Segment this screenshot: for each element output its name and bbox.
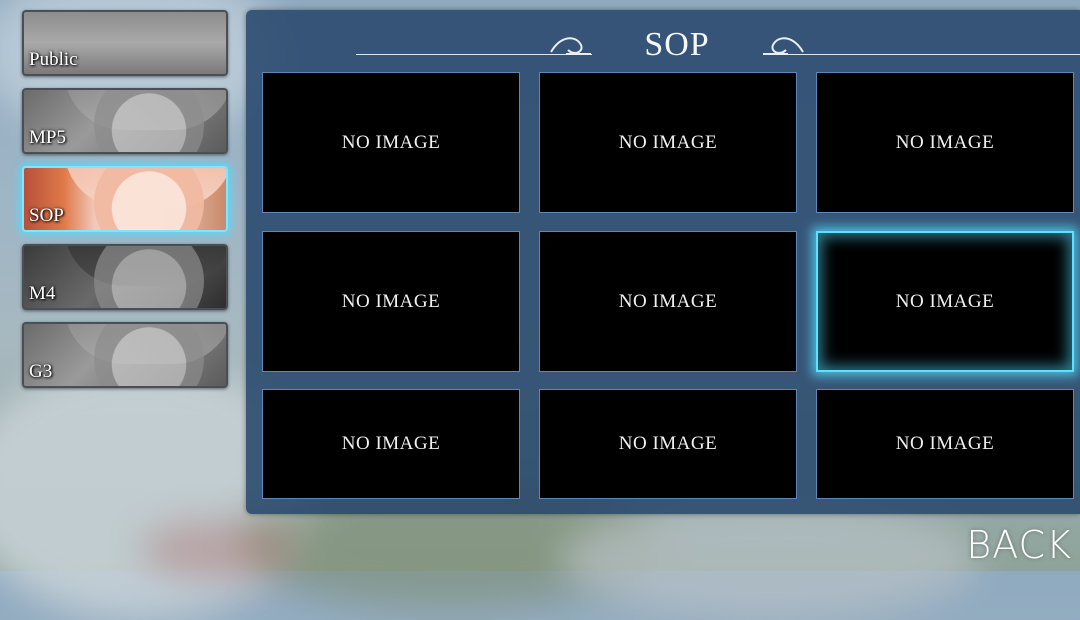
sidebar-item-mp5[interactable]: MP5	[22, 88, 228, 154]
gallery-panel: SOP NO IMAGE NO IMAGE NO IMAGE NO IMAGE …	[246, 10, 1080, 514]
sidebar-item-sop[interactable]: SOP	[22, 166, 228, 232]
sidebar-item-label: SOP	[29, 205, 64, 226]
flourish-right-icon	[763, 37, 804, 55]
page-title: SOP	[644, 26, 710, 63]
sidebar-item-label: G3	[29, 361, 53, 382]
gallery-slot[interactable]: NO IMAGE	[262, 231, 520, 372]
gallery-slot[interactable]: NO IMAGE	[262, 389, 520, 499]
gallery-slot[interactable]: NO IMAGE	[816, 389, 1074, 499]
sidebar-item-m4[interactable]: M4	[22, 244, 228, 310]
gallery-slot[interactable]: NO IMAGE	[539, 389, 797, 499]
sidebar-item-public[interactable]: Public	[22, 10, 228, 76]
gallery-slot[interactable]: NO IMAGE	[539, 231, 797, 372]
background-blur	[560, 500, 980, 620]
gallery-slot[interactable]: NO IMAGE	[816, 72, 1074, 213]
gallery-slot-selected[interactable]: NO IMAGE	[816, 231, 1074, 372]
sidebar-item-g3[interactable]: G3	[22, 322, 228, 388]
sidebar-item-label: MP5	[29, 127, 66, 148]
sidebar-item-label: M4	[29, 283, 56, 304]
gallery-slot[interactable]: NO IMAGE	[262, 72, 520, 213]
sidebar-item-label: Public	[29, 49, 78, 70]
back-button[interactable]: BACK	[966, 523, 1072, 567]
background-blur	[140, 520, 300, 580]
gallery-slot[interactable]: NO IMAGE	[539, 72, 797, 213]
